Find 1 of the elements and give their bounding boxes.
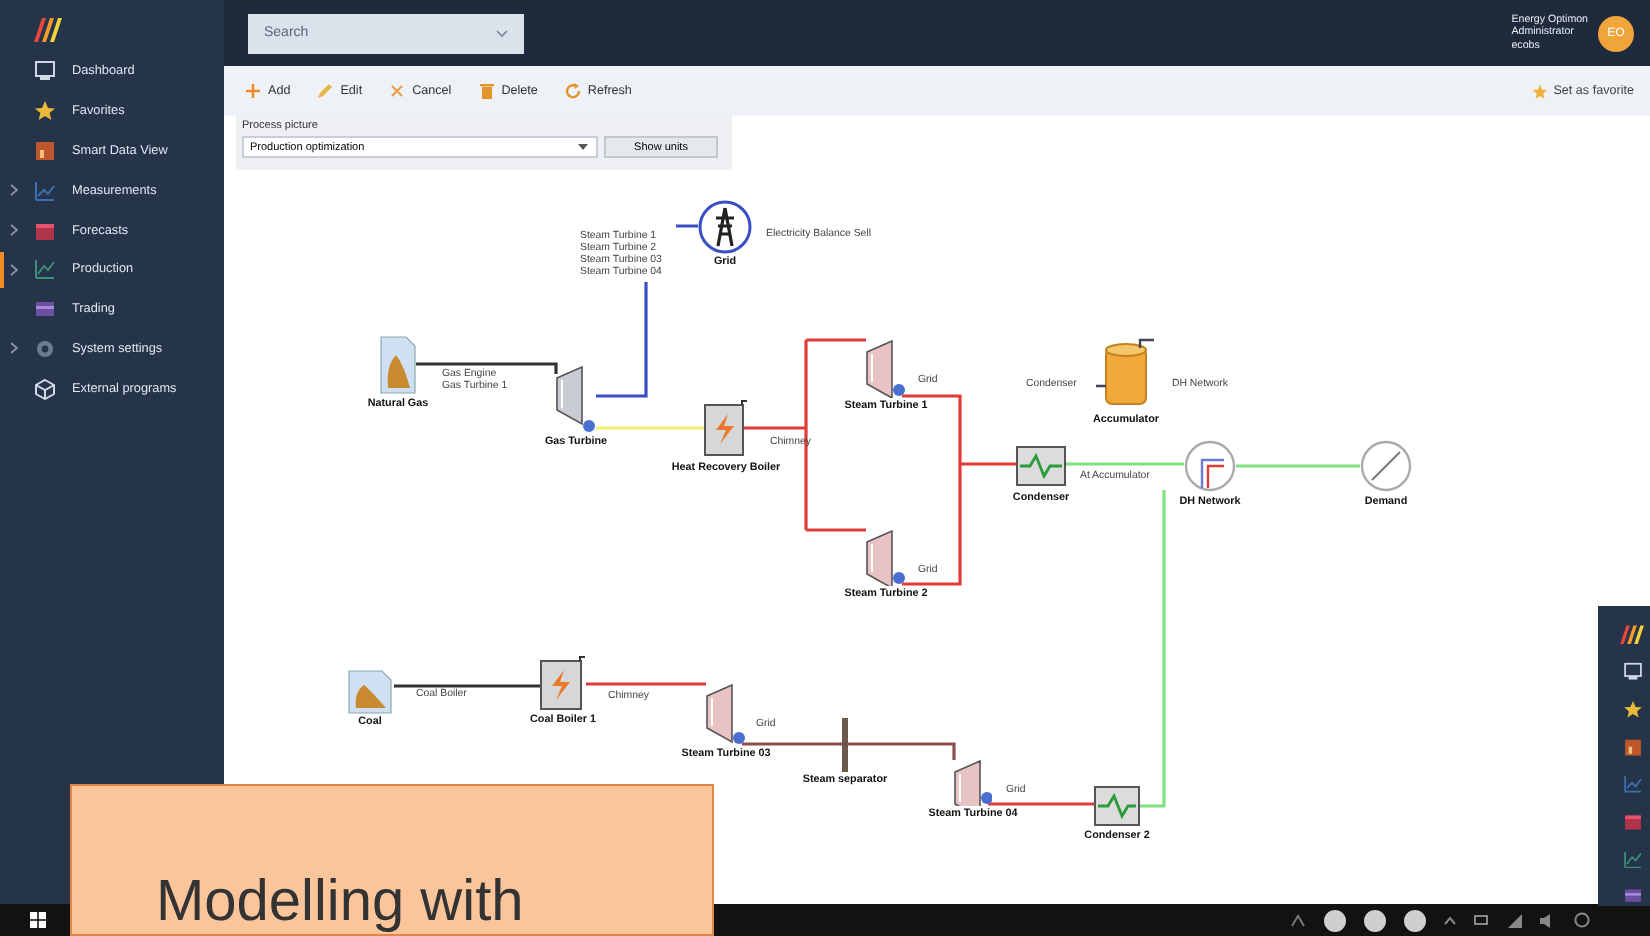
callout-text: Modelling with: [156, 872, 524, 932]
